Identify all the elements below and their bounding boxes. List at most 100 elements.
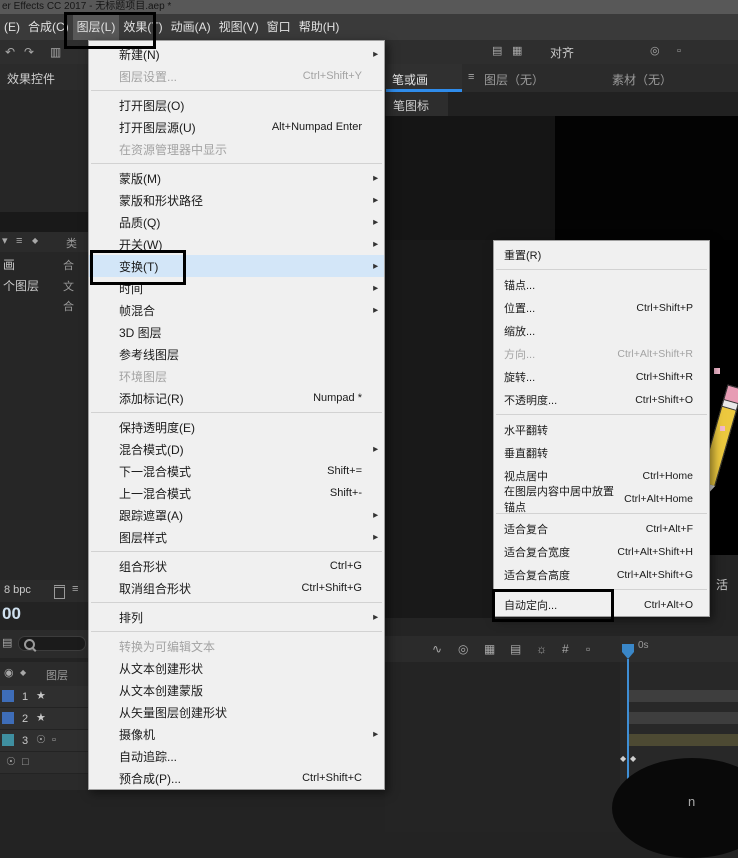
color-depth-button[interactable]: 8 bpc	[4, 584, 31, 596]
layer-menu-item-16[interactable]: 环境图层	[89, 365, 384, 387]
layer-menu-item-9[interactable]: 品质(Q) ▶	[89, 211, 384, 233]
transform-submenu-item-2[interactable]: 锚点...	[494, 273, 709, 296]
layer-menu-item-32[interactable]: 从文本创建形状	[89, 657, 384, 679]
grid-tool-icon[interactable]: ▥	[50, 46, 61, 58]
layer-track-bar[interactable]	[628, 690, 738, 702]
layer-menu-item-4[interactable]: 打开图层源(U) Alt+Numpad Enter	[89, 116, 384, 138]
layer-menu-item-17[interactable]: 添加标记(R) Numpad *	[89, 387, 384, 409]
grid-icon[interactable]: ▦	[484, 643, 495, 655]
transform-submenu-item-6[interactable]: 旋转... Ctrl+Shift+R	[494, 365, 709, 388]
layer-menu-item-1[interactable]: 图层设置... Ctrl+Shift+Y	[89, 65, 384, 87]
layer-menu-item-29[interactable]: 排列 ▶	[89, 606, 384, 628]
transform-submenu-item-15[interactable]: 适合复合宽度 Ctrl+Alt+Shift+H	[494, 540, 709, 563]
solo-icon[interactable]: ☉	[36, 735, 46, 746]
current-time-display[interactable]: 00	[2, 604, 21, 624]
small-square-icon[interactable]: ▫	[52, 735, 56, 746]
grid-icon[interactable]: ▦	[512, 46, 522, 57]
comp-tab[interactable]: 笔图标	[386, 92, 448, 116]
project-row-name[interactable]: 画	[3, 256, 15, 273]
viewer-tab-footage[interactable]: 素材（无）	[612, 71, 672, 88]
layer-menu-item-22[interactable]: 上一混合模式 Shift+-	[89, 482, 384, 504]
layer-menu-item-3[interactable]: 打开图层(O)	[89, 94, 384, 116]
sun-icon[interactable]: ☼	[536, 643, 547, 655]
transform-submenu-item-10[interactable]: 垂直翻转	[494, 441, 709, 464]
transform-submenu-item-3[interactable]: 位置... Ctrl+Shift+P	[494, 296, 709, 319]
panel-menu-icon[interactable]: ≡	[72, 584, 78, 595]
search-input[interactable]	[18, 636, 86, 651]
transform-submenu-item-5[interactable]: 方向... Ctrl+Alt+Shift+R	[494, 342, 709, 365]
panel-icon[interactable]: ▤	[510, 643, 521, 655]
transform-submenu-item-12[interactable]: 在图层内容中居中放置锚点 Ctrl+Alt+Home	[494, 486, 709, 514]
layer-menu-item-12[interactable]: 时间 ▶	[89, 277, 384, 299]
small-square-icon[interactable]: ▫	[586, 643, 590, 655]
layer-menu-item-31[interactable]: 转换为可编辑文本	[89, 635, 384, 657]
layer-menu-item-37[interactable]: 预合成(P)... Ctrl+Shift+C	[89, 767, 384, 789]
transform-submenu-item-9[interactable]: 水平翻转	[494, 418, 709, 441]
trash-icon[interactable]	[54, 585, 65, 599]
timeline-ruler[interactable]: 0s	[620, 636, 738, 662]
transform-submenu-item-0[interactable]: 重置(R)	[494, 243, 709, 266]
layer-menu-item-5[interactable]: 在资源管理器中显示	[89, 138, 384, 160]
layer-menu-item-7[interactable]: 蒙版(M) ▶	[89, 167, 384, 189]
playhead-head[interactable]	[622, 644, 634, 652]
small-square-icon[interactable]: ▫	[677, 46, 681, 57]
eye-icon[interactable]: ◉	[4, 668, 14, 679]
menubar-item-composition[interactable]: 合成(C)	[24, 14, 73, 40]
viewer-tab-layer[interactable]: 图层（无）	[484, 71, 544, 88]
menubar-item-help[interactable]: 帮助(H)	[295, 14, 344, 40]
layer-menu-item-34[interactable]: 从矢量图层创建形状	[89, 701, 384, 723]
layer-menu-item-19[interactable]: 保持透明度(E)	[89, 416, 384, 438]
playhead-line[interactable]	[627, 659, 629, 779]
chevron-down-icon[interactable]: ▾	[2, 236, 8, 247]
layer-menu-item-20[interactable]: 混合模式(D) ▶	[89, 438, 384, 460]
menubar-item-effect[interactable]: 效果(T)	[119, 14, 166, 40]
menubar-item-edit-fragment[interactable]: (E)	[0, 14, 24, 40]
layer-menu-item-10[interactable]: 开关(W) ▶	[89, 233, 384, 255]
align-panel-label[interactable]: 对齐	[550, 44, 574, 61]
layer-menu-item-26[interactable]: 组合形状 Ctrl+G	[89, 555, 384, 577]
panel-menu-icon[interactable]: ≡	[16, 236, 22, 247]
layer-menu-item-14[interactable]: 3D 图层	[89, 321, 384, 343]
redo-icon[interactable]: ↷	[24, 46, 34, 58]
menubar-item-layer[interactable]: 图层(L)	[72, 14, 120, 40]
menubar-item-window[interactable]: 窗口	[263, 14, 295, 40]
transform-submenu-item-16[interactable]: 适合复合高度 Ctrl+Alt+Shift+G	[494, 563, 709, 586]
active-camera-label-fragment[interactable]: 活	[716, 576, 728, 593]
transform-submenu-item-4[interactable]: 缩放...	[494, 319, 709, 342]
transform-submenu-item-7[interactable]: 不透明度... Ctrl+Shift+O	[494, 388, 709, 411]
star-icon[interactable]: ★	[36, 713, 46, 724]
layer-label-color[interactable]	[2, 712, 14, 724]
star-icon[interactable]: ★	[36, 691, 46, 702]
panel-menu-icon[interactable]: ≡	[468, 72, 474, 83]
layer-track-bar[interactable]	[628, 734, 738, 746]
menubar-item-view[interactable]: 视图(V)	[215, 14, 263, 40]
transform-submenu-item-14[interactable]: 适合复合 Ctrl+Alt+F	[494, 517, 709, 540]
layer-menu-item-23[interactable]: 跟踪遮罩(A) ▶	[89, 504, 384, 526]
project-type-column-header[interactable]: 类	[66, 235, 77, 251]
layer-menu-item-13[interactable]: 帧混合 ▶	[89, 299, 384, 321]
panel-icon[interactable]: ▤	[2, 638, 12, 649]
menubar-item-animation[interactable]: 动画(A)	[167, 14, 215, 40]
layer-menu-item-0[interactable]: 新建(N) ▶	[89, 43, 384, 65]
layer-label-color[interactable]	[2, 734, 14, 746]
effect-controls-panel-tab[interactable]: 效果控件	[0, 64, 88, 90]
layer-track-bar[interactable]	[628, 712, 738, 724]
transform-submenu-item-18[interactable]: 自动定向... Ctrl+Alt+O	[494, 593, 709, 616]
panel-icon[interactable]: ▤	[492, 46, 502, 57]
layer-menu-item-27[interactable]: 取消组合形状 Ctrl+Shift+G	[89, 577, 384, 599]
checkbox-icon[interactable]: □	[22, 757, 29, 768]
keyframe-icon[interactable]: ◆	[620, 755, 626, 763]
target-icon[interactable]: ◎	[458, 643, 468, 655]
layer-menu-item-33[interactable]: 从文本创建蒙版	[89, 679, 384, 701]
layer-menu-item-36[interactable]: 自动追踪...	[89, 745, 384, 767]
layer-menu-item-21[interactable]: 下一混合模式 Shift+=	[89, 460, 384, 482]
layer-menu-item-35[interactable]: 摄像机 ▶	[89, 723, 384, 745]
keyframe-icon[interactable]: ◆	[630, 755, 636, 763]
target-icon[interactable]: ◎	[650, 46, 660, 57]
layer-label-color[interactable]	[2, 690, 14, 702]
undo-icon[interactable]: ↶	[5, 46, 15, 58]
wave-icon[interactable]: ∿	[432, 643, 442, 655]
layer-menu-item-8[interactable]: 蒙版和形状路径 ▶	[89, 189, 384, 211]
layer-column-header[interactable]: 图层	[46, 667, 68, 683]
viewer-tab-active[interactable]: 笔或画	[386, 64, 462, 92]
